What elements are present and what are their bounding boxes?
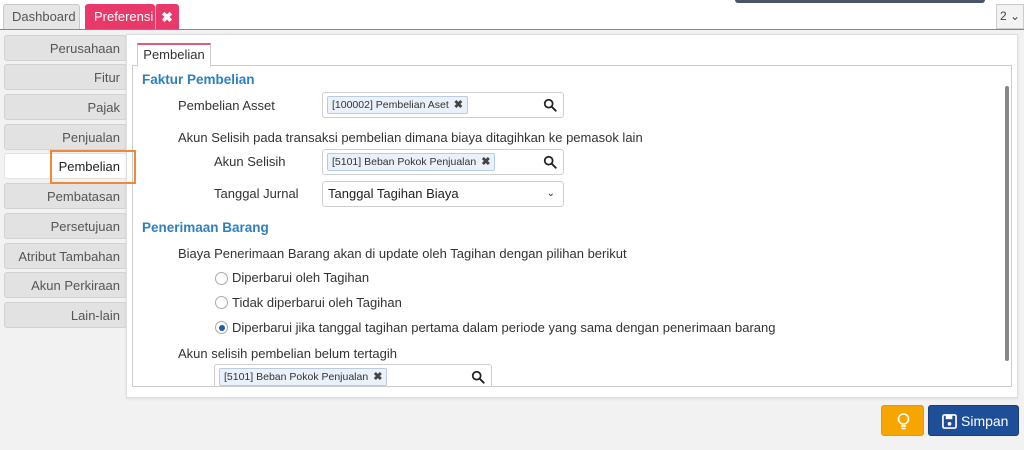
remove-chip-icon[interactable]: ✖ [481,156,490,168]
label-diperbarui[interactable]: Diperbarui oleh Tagihan [232,270,369,285]
lightbulb-icon [897,413,910,430]
belum-tertagih-chip: [5101] Beban Pokok Penjualan ✖ [219,368,388,386]
akun-selisih-field[interactable]: [5101] Beban Pokok Penjualan ✖ [322,149,564,175]
scrollbar[interactable] [1005,86,1009,361]
search-icon[interactable] [543,155,557,169]
tab-dashboard[interactable]: Dashboard [3,4,80,29]
save-button[interactable]: Simpan [928,405,1019,436]
belum-tertagih-chip-label: [5101] Beban Pokok Penjualan [224,371,369,383]
search-icon[interactable] [543,98,557,112]
radio-tidak-diperbarui[interactable] [215,296,228,309]
sidebar-item-fitur[interactable]: Fitur [4,64,127,90]
save-button-label: Simpan [961,413,1009,429]
label-pembelian-asset: Pembelian Asset [178,98,275,113]
floppy-disk-icon [942,414,957,429]
header-edge [735,0,985,3]
tab-pager-dropdown[interactable]: 2 ⌄ [996,4,1024,29]
label-penerimaan-desc: Biaya Penerimaan Barang akan di update o… [178,246,627,261]
pembelian-asset-field[interactable]: [100002] Pembelian Aset ✖ [322,92,564,118]
sidebar-item-perusahaan[interactable]: Perusahaan [4,35,127,61]
label-akun-selisih: Akun Selisih [214,154,286,169]
label-belum-tertagih: Akun selisih pembelian belum tertagih [178,346,397,361]
label-diperbarui-periode[interactable]: Diperbarui jika tanggal tagihan pertama … [232,320,775,335]
tab-pembelian[interactable]: Pembelian [137,43,211,67]
preferences-panel: Pembelian Faktur Pembelian Pembelian Ass… [126,34,1018,398]
tanggal-jurnal-value: Tanggal Tagihan Biaya [328,186,459,201]
label-selisih-desc: Akun Selisih pada transaksi pembelian di… [178,130,643,145]
label-tanggal-jurnal: Tanggal Jurnal [214,186,299,201]
sidebar-item-persetujuan[interactable]: Persetujuan [4,213,127,239]
panel-content: Faktur Pembelian Pembelian Asset [100002… [132,65,1012,387]
radio-diperbarui-periode[interactable] [215,321,228,334]
remove-chip-icon[interactable]: ✖ [454,99,463,111]
akun-selisih-chip: [5101] Beban Pokok Penjualan ✖ [327,153,496,171]
section-title-faktur: Faktur Pembelian [142,72,255,87]
tanggal-jurnal-select[interactable]: Tanggal Tagihan Biaya ⌄ [322,181,564,207]
asset-chip-label: [100002] Pembelian Aset [332,99,449,111]
remove-chip-icon[interactable]: ✖ [373,371,382,383]
chevron-down-icon: ⌄ [546,188,555,199]
sidebar-item-pembatasan[interactable]: Pembatasan [4,183,127,209]
sidebar-item-akun-perkiraan[interactable]: Akun Perkiraan [4,272,127,298]
asset-chip: [100002] Pembelian Aset ✖ [327,96,468,114]
radio-diperbarui[interactable] [215,272,228,285]
label-tidak-diperbarui[interactable]: Tidak diperbarui oleh Tagihan [232,295,402,310]
tab-bar: Dashboard Preferensi ✖ 2 ⌄ [0,0,1024,30]
search-icon[interactable] [471,370,485,384]
sidebar-item-lain-lain[interactable]: Lain-lain [4,302,127,328]
sidebar-item-penjualan[interactable]: Penjualan [4,124,127,150]
tips-button[interactable] [881,405,924,436]
close-tab-icon[interactable]: ✖ [155,4,179,29]
tab-preferensi[interactable]: Preferensi [85,4,155,29]
highlight-box [50,150,136,184]
sidebar-item-atribut-tambahan[interactable]: Atribut Tambahan [4,243,127,269]
section-title-penerimaan: Penerimaan Barang [142,220,269,235]
akun-selisih-chip-label: [5101] Beban Pokok Penjualan [332,156,477,168]
sidebar-item-pajak[interactable]: Pajak [4,94,127,120]
belum-tertagih-field[interactable]: [5101] Beban Pokok Penjualan ✖ [214,364,492,386]
